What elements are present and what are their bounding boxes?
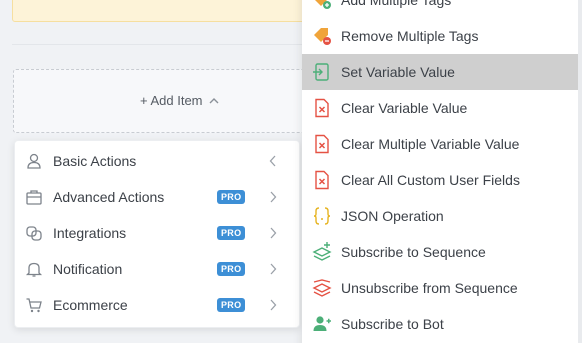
pro-badge: PRO <box>217 298 246 312</box>
action-label: Subscribe to Sequence <box>341 244 486 260</box>
action-clear-all-custom-user-fields[interactable]: Clear All Custom User Fields <box>302 162 580 198</box>
category-basic-actions[interactable]: Basic Actions <box>15 143 299 179</box>
set-variable-icon <box>313 63 329 81</box>
tag-remove-icon <box>314 28 331 45</box>
category-label: Basic Actions <box>53 153 137 169</box>
clear-file-icon <box>315 98 329 118</box>
category-notification[interactable]: Notification PRO <box>15 251 299 287</box>
category-ecommerce[interactable]: Ecommerce PRO <box>15 287 299 323</box>
chevron-right-icon <box>270 299 277 311</box>
json-braces-icon <box>313 207 331 225</box>
cart-icon <box>26 298 42 313</box>
action-subscribe-to-bot[interactable]: Subscribe to Bot <box>302 306 580 342</box>
action-subscribe-to-sequence[interactable]: Subscribe to Sequence <box>302 234 580 270</box>
action-label: Subscribe to Bot <box>341 316 444 332</box>
tag-add-icon <box>315 0 331 9</box>
clear-file-icon <box>315 134 329 154</box>
action-label: Set Variable Value <box>341 64 455 80</box>
builder-canvas: + Add Item Basic Actions Advanced Action… <box>0 0 582 343</box>
add-item-button[interactable]: + Add Item <box>140 93 219 108</box>
pro-badge: PRO <box>217 190 246 204</box>
category-integrations[interactable]: Integrations PRO <box>15 215 299 251</box>
user-add-icon <box>313 316 331 331</box>
subscribe-sequence-icon <box>312 242 332 261</box>
action-add-multiple-tags[interactable]: Add Multiple Tags <box>302 0 580 18</box>
pro-badge: PRO <box>217 226 246 240</box>
action-label: Clear Variable Value <box>341 100 468 116</box>
category-label: Notification <box>53 261 123 277</box>
action-category-menu: Basic Actions Advanced Actions PRO Integ… <box>14 140 300 328</box>
briefcase-icon <box>26 190 42 205</box>
chevron-right-icon <box>270 191 277 203</box>
link-icon <box>26 226 42 241</box>
action-label: Clear All Custom User Fields <box>341 172 520 188</box>
action-label: Remove Multiple Tags <box>341 28 479 44</box>
action-remove-multiple-tags[interactable]: Remove Multiple Tags <box>302 18 580 54</box>
chevron-left-icon <box>269 155 276 167</box>
action-clear-multiple-variable-value[interactable]: Clear Multiple Variable Value <box>302 126 580 162</box>
chevron-right-icon <box>270 263 277 275</box>
clear-file-icon <box>315 170 329 190</box>
scrollbar-track[interactable] <box>578 0 582 343</box>
category-label: Integrations <box>53 225 127 241</box>
add-item-label: + Add Item <box>140 93 203 108</box>
notice-banner <box>12 0 344 22</box>
unsubscribe-sequence-icon <box>312 279 332 297</box>
action-label: Unsubscribe from Sequence <box>341 280 518 296</box>
action-set-variable-value[interactable]: Set Variable Value <box>302 54 580 90</box>
category-label: Ecommerce <box>53 297 128 313</box>
chevron-right-icon <box>270 227 277 239</box>
pro-badge: PRO <box>217 262 246 276</box>
action-label: JSON Operation <box>341 208 444 224</box>
person-icon <box>27 153 41 169</box>
chevron-up-icon <box>209 97 219 103</box>
action-json-operation[interactable]: JSON Operation <box>302 198 580 234</box>
action-label: Add Multiple Tags <box>341 0 452 8</box>
category-label: Advanced Actions <box>53 189 165 205</box>
action-label: Clear Multiple Variable Value <box>341 136 520 152</box>
divider <box>12 44 312 45</box>
bell-icon <box>25 262 43 277</box>
action-clear-variable-value[interactable]: Clear Variable Value <box>302 90 580 126</box>
category-advanced-actions[interactable]: Advanced Actions PRO <box>15 179 299 215</box>
action-unsubscribe-from-sequence[interactable]: Unsubscribe from Sequence <box>302 270 580 306</box>
